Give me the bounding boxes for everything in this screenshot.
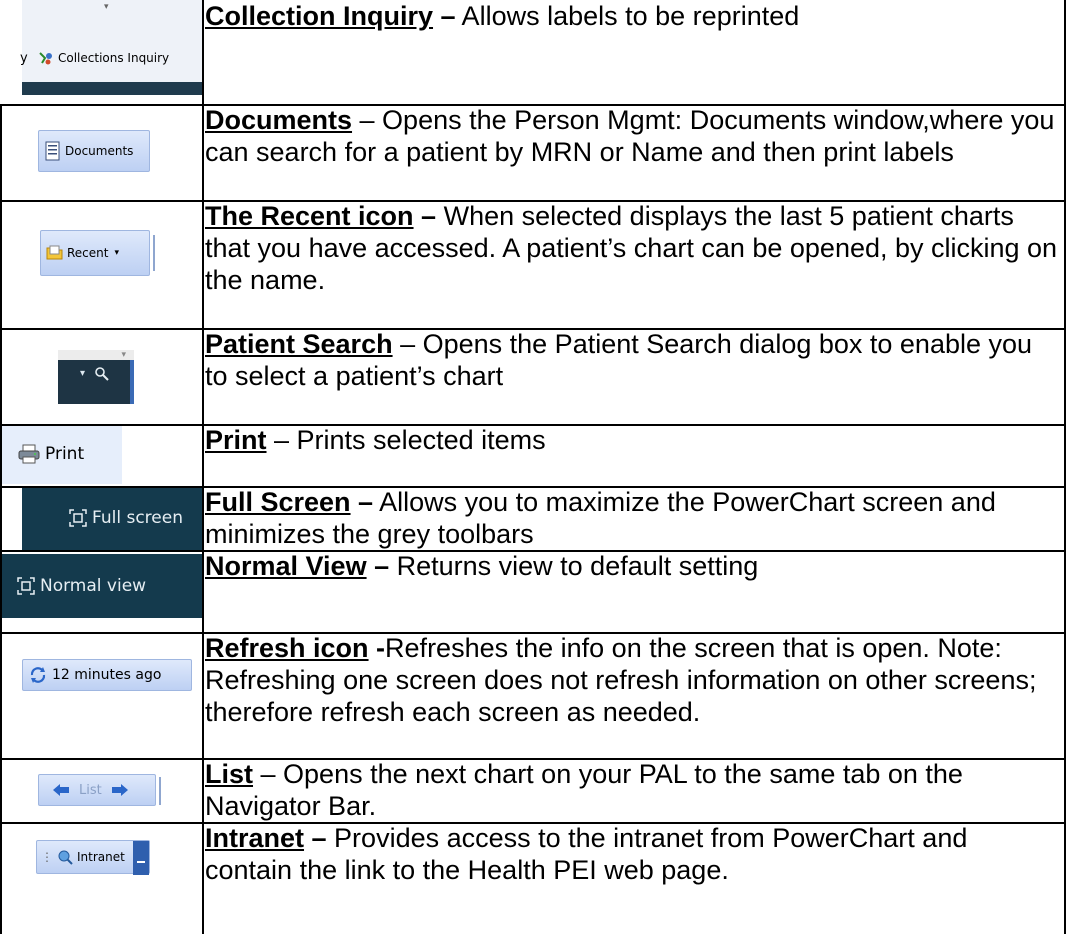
row-divider [0, 104, 1066, 106]
row-description: Full Screen – Allows you to maximize the… [205, 487, 996, 549]
table-row: 12 minutes ago Refresh icon -Refreshes t… [0, 632, 1066, 758]
divider [130, 360, 134, 404]
chevron-down-icon: ▾ [121, 350, 126, 360]
row-description: Refresh icon -Refreshes the info on the … [205, 633, 1037, 727]
table-row: Full screen Full Screen – Allows you to … [0, 486, 1066, 550]
icon-cell: List [0, 758, 202, 822]
document-icon [45, 141, 61, 161]
collections-inquiry-toolbar[interactable]: ▾ y Collections Inquiry [20, 0, 202, 95]
row-description: List – Opens the next chart on your PAL … [205, 759, 963, 821]
table-row: Normal view Normal View – Returns view t… [0, 550, 1066, 632]
icon-cell: ▾ y Collections Inquiry [0, 0, 202, 104]
row-divider [0, 486, 1066, 488]
icon-cell: Documents [0, 104, 202, 200]
row-description: The Recent icon – When selected displays… [205, 201, 1058, 295]
refresh-button[interactable]: 12 minutes ago [22, 659, 192, 691]
icon-cell: Recent ▾ [0, 200, 202, 328]
printer-icon [18, 444, 40, 464]
chevron-down-icon: ▾ [104, 2, 109, 12]
icon-cell: Full screen [0, 486, 202, 550]
row-description: Normal View – Returns view to default se… [205, 551, 759, 581]
chevron-down-icon: ▾ [80, 368, 86, 379]
divider [159, 777, 161, 805]
icon-cell: Normal view [0, 550, 202, 632]
row-divider [0, 328, 1066, 330]
row-description: Documents – Opens the Person Mgmt: Docum… [205, 105, 1055, 167]
arrow-left-icon [53, 784, 69, 796]
table-row: Recent ▾ The Recent icon – When selected… [0, 200, 1066, 328]
icon-cell: ⋮ Intranet [0, 822, 202, 934]
recent-button[interactable]: Recent ▾ [40, 230, 155, 276]
row-divider [0, 424, 1066, 426]
globe-search-icon [57, 849, 73, 865]
documents-button[interactable]: Documents [38, 130, 150, 172]
row-description: Print – Prints selected items [205, 425, 546, 455]
column-divider [202, 0, 204, 934]
refresh-icon [29, 666, 47, 684]
full-screen-icon [68, 508, 88, 528]
row-divider [0, 632, 1066, 634]
magnifier-icon [94, 366, 110, 382]
row-divider [0, 822, 1066, 824]
full-screen-button[interactable]: Full screen [22, 486, 202, 550]
divider [153, 235, 155, 271]
intranet-button[interactable]: ⋮ Intranet [36, 840, 150, 875]
collections-inquiry-icon [38, 50, 54, 66]
table-row: Print Print – Prints selected items [0, 424, 1066, 486]
toolbar-strip [22, 82, 202, 95]
table-row: List List – Opens the next chart on your… [0, 758, 1066, 822]
row-description: Intranet – Provides access to the intran… [205, 823, 968, 885]
icon-cell: ▾ ▾ [0, 328, 202, 424]
table-row: Documents Documents – Opens the Person M… [0, 104, 1066, 200]
chevron-down-icon: ▾ [114, 248, 120, 258]
table-row: ▾ ▾ Patient Search – Opens the Patient S… [0, 328, 1066, 424]
folder-icon [46, 245, 64, 261]
row-description: Patient Search – Opens the Patient Searc… [205, 329, 1033, 391]
normal-view-icon [16, 576, 36, 596]
arrow-right-icon [111, 784, 128, 796]
grip-icon: ⋮ [41, 850, 53, 864]
row-divider [0, 550, 1066, 552]
table-border-left [0, 104, 2, 934]
dropdown-handle[interactable] [133, 841, 149, 875]
patient-search-button[interactable]: ▾ ▾ [58, 350, 134, 404]
table-row: ▾ y Collections Inquiry Collection Inqui… [0, 0, 1066, 104]
list-button[interactable]: List [38, 774, 161, 806]
icon-cell: Print [0, 424, 202, 486]
normal-view-button[interactable]: Normal view [0, 554, 202, 618]
row-divider [0, 200, 1066, 202]
row-divider [0, 758, 1066, 760]
print-button[interactable]: Print [0, 424, 122, 484]
table-row: ⋮ Intranet Intranet – Provides access to… [0, 822, 1066, 934]
icon-cell: 12 minutes ago [0, 632, 202, 758]
chevron-down-icon [137, 861, 145, 863]
row-description: Collection Inquiry – Allows labels to be… [205, 1, 800, 31]
